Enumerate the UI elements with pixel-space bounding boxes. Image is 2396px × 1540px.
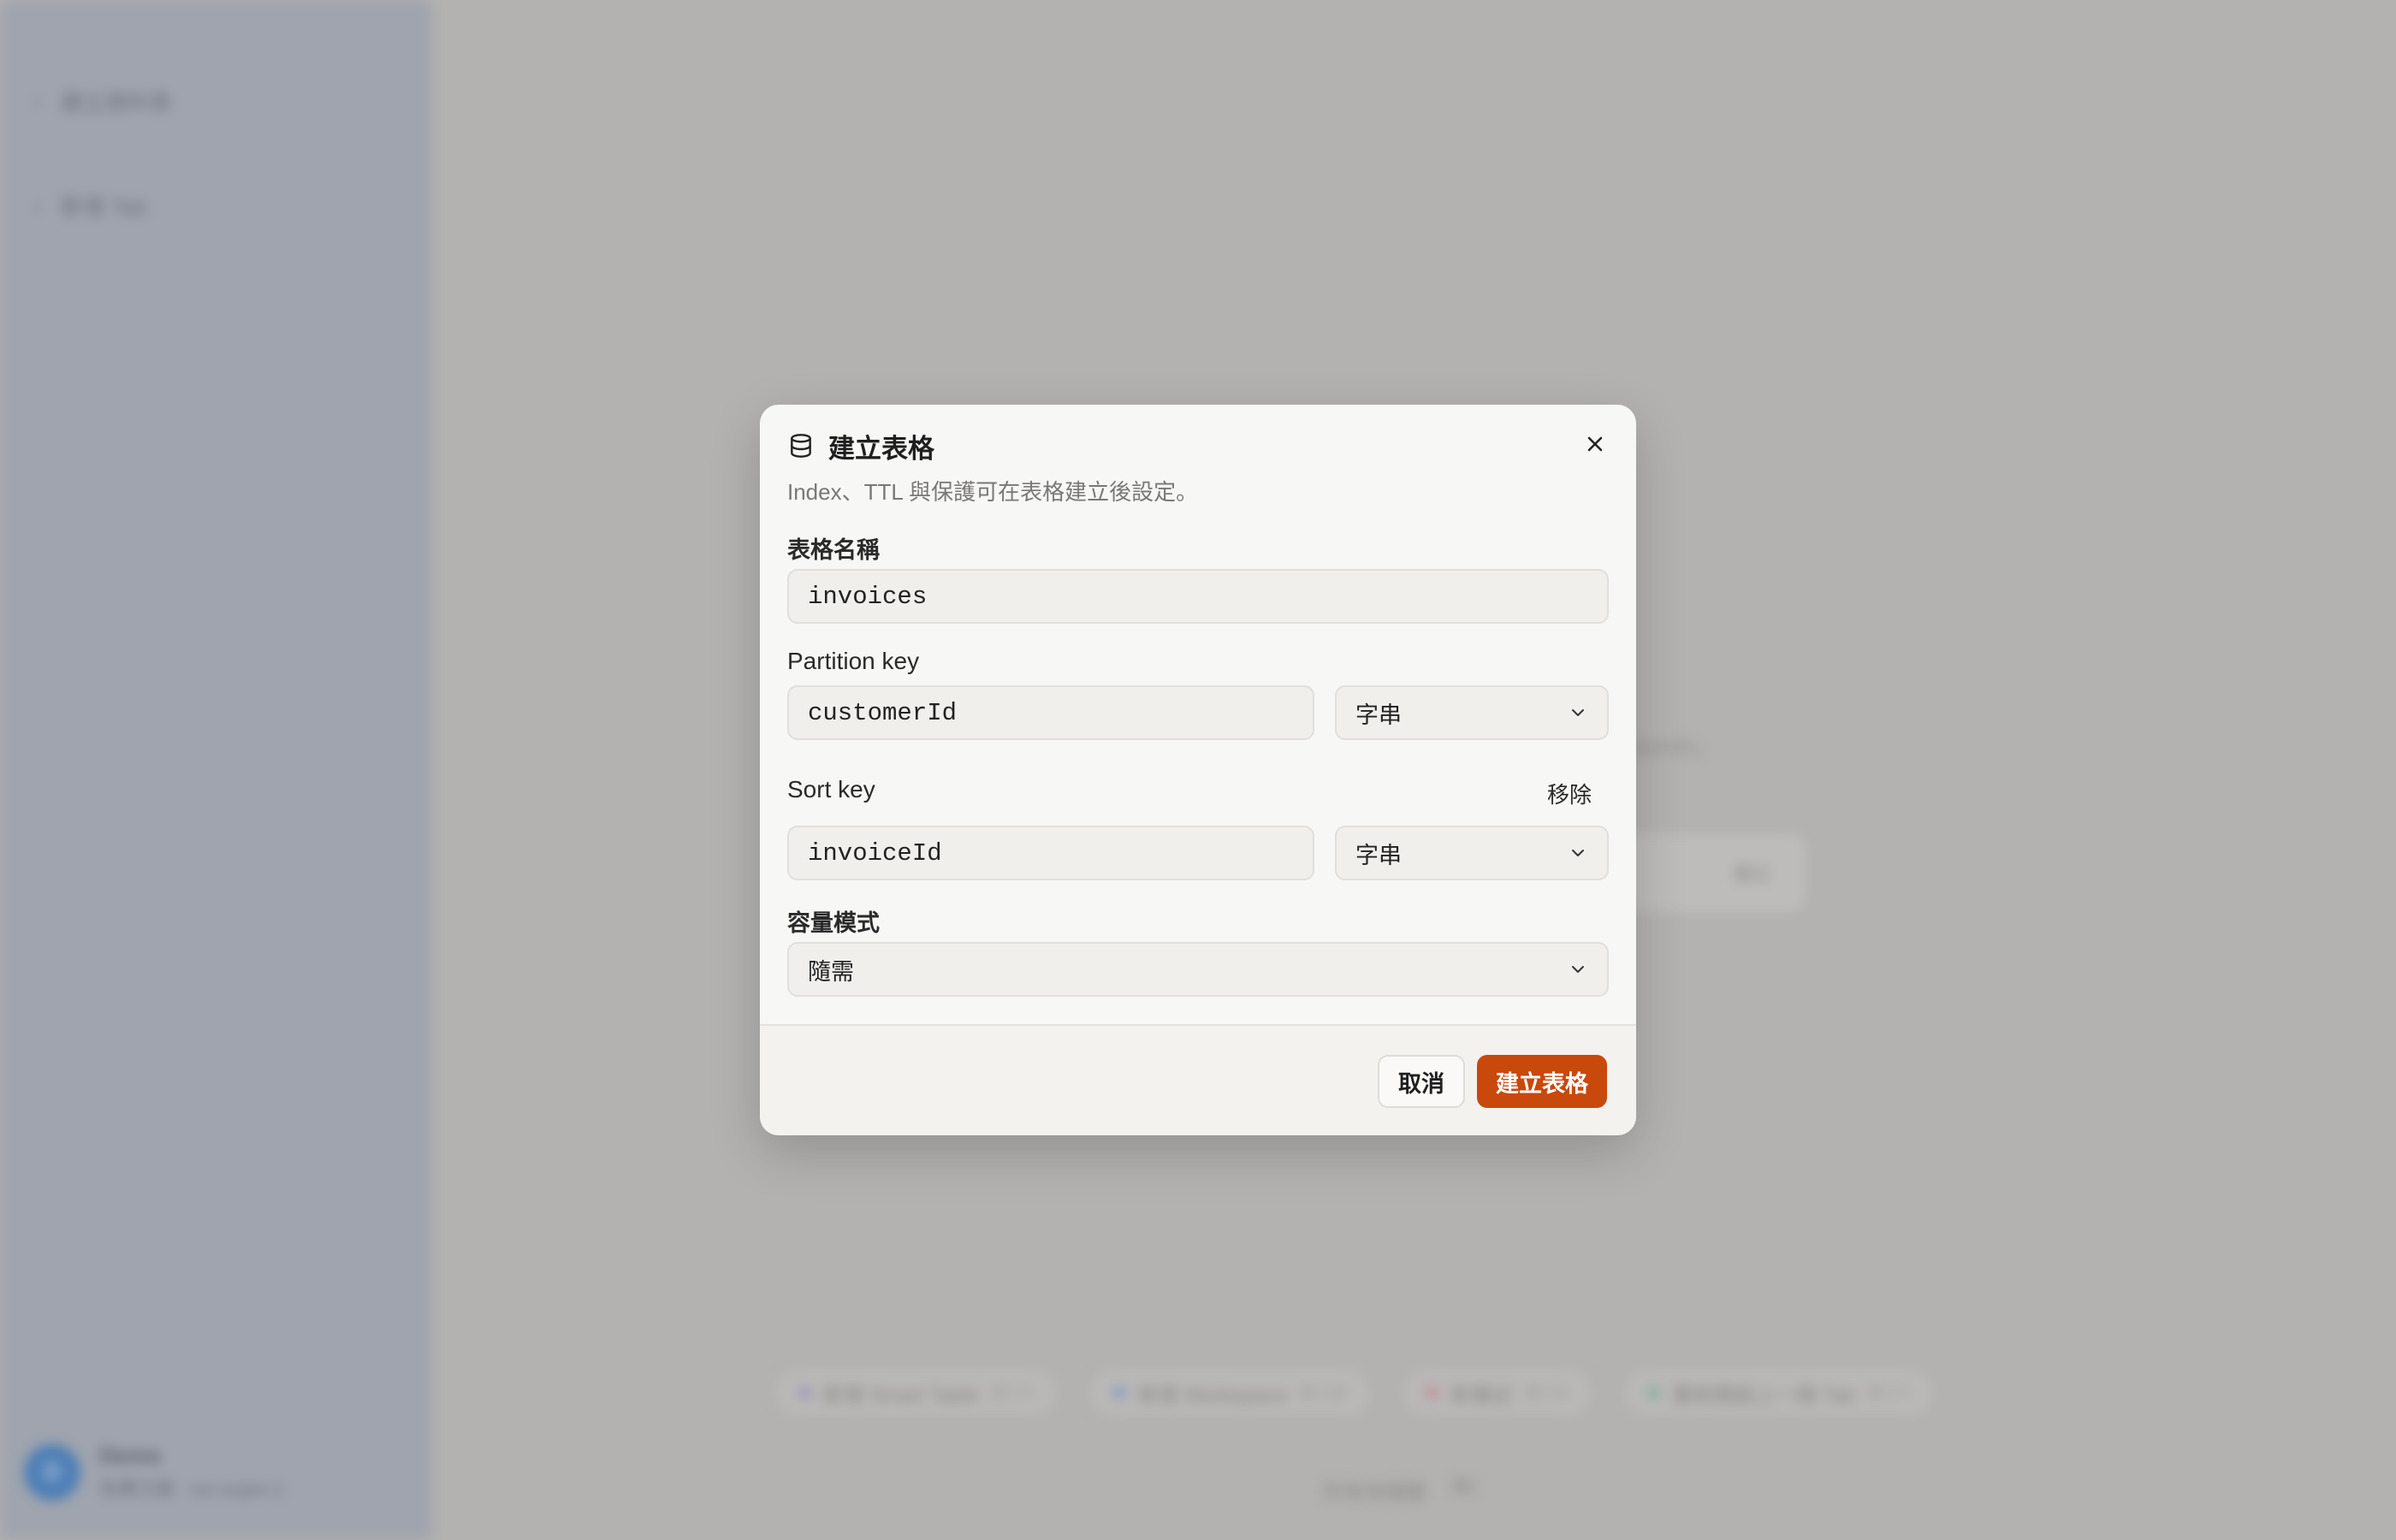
sidebar: › 建立資料表 › 新增 Tab D Demo 免費方案 · ws-super-…: [0, 0, 431, 1540]
user-name: Demo: [99, 1442, 162, 1468]
sort-key-field[interactable]: invoiceId: [787, 826, 1314, 880]
sidebar-item-new-tab: › 新增 Tab: [34, 190, 147, 222]
partition-key-label: Partition key: [787, 648, 920, 674]
quick-actions: 新增 Smart Table ⌘⇧T 新增 Workspace ⌘⇧W 新筆記 …: [775, 1369, 1933, 1417]
quick-action-chip: 重新開啟上一個 Tab ⌘⇧T: [1624, 1369, 1933, 1417]
quick-action-label: 重新開啟上一個 Tab: [1672, 1383, 1855, 1407]
capacity-mode-value: 隨需: [808, 958, 854, 985]
background-card-button: 建立: [1733, 863, 1771, 885]
sort-key-type-value: 字串: [1355, 842, 1402, 868]
cancel-button[interactable]: 取消: [1378, 1055, 1465, 1108]
dialog-title: 建立表格: [828, 434, 934, 464]
sort-key-type-select[interactable]: 字串: [1335, 826, 1609, 880]
dot-icon: [1426, 1387, 1439, 1399]
avatar: D: [24, 1443, 80, 1501]
quick-action-label: 新增 Smart Table: [823, 1383, 980, 1407]
shortcuts-footer: 所有快捷鍵 ⌘/: [1323, 1475, 1478, 1505]
quick-action-shortcut: ⌘⇧N: [1524, 1383, 1569, 1403]
quick-action-chip: 新增 Smart Table ⌘⇧T: [775, 1369, 1058, 1417]
quick-action-shortcut: ⌘⇧W: [1298, 1383, 1347, 1403]
dialog-header: 建立表格: [787, 427, 934, 465]
quick-action-label: 新增 Workspace: [1137, 1383, 1287, 1407]
shortcuts-label: 所有快捷鍵: [1323, 1481, 1426, 1504]
quick-action-chip: 新增 Workspace ⌘⇧W: [1089, 1369, 1371, 1417]
create-table-button[interactable]: 建立表格: [1477, 1055, 1607, 1108]
chevron-down-icon: [1572, 709, 1584, 716]
user-plan: 免費方案 · ws-super-1: [99, 1478, 285, 1500]
quick-action-chip: 新筆記 ⌘⇧N: [1403, 1369, 1592, 1417]
capacity-mode-label: 容量模式: [787, 910, 880, 936]
dot-icon: [1113, 1387, 1126, 1399]
capacity-mode-select[interactable]: 隨需: [787, 942, 1609, 997]
partition-key-type-value: 字串: [1355, 702, 1402, 728]
sidebar-item-label: 建立資料表: [60, 90, 172, 116]
quick-action-label: 新筆記: [1450, 1383, 1513, 1407]
sidebar-item-label: 新增 Tab: [60, 194, 147, 220]
user-profile: D Demo 免費方案 · ws-super-1: [24, 1442, 284, 1502]
remove-sort-key-button[interactable]: 移除: [1547, 778, 1592, 809]
dialog-footer: 取消 建立表格: [760, 1024, 1636, 1135]
quick-action-shortcut: ⌘⇧T: [991, 1383, 1034, 1403]
partition-key-type-select[interactable]: 字串: [1335, 685, 1609, 740]
close-icon: [1587, 436, 1603, 452]
chevron-right-icon: ›: [34, 88, 42, 114]
table-name-field[interactable]: invoices: [787, 569, 1609, 624]
sort-key-label: Sort key: [787, 776, 875, 803]
sidebar-item-create-table: › 建立資料表: [34, 86, 172, 117]
database-icon: [787, 432, 815, 461]
table-name-label: 表格名稱: [787, 537, 880, 563]
create-table-dialog: 建立表格 Index、TTL 與保護可在表格建立後設定。 表格名稱 invoic…: [760, 405, 1636, 1135]
chevron-down-icon: [1572, 966, 1584, 973]
dot-icon: [799, 1387, 811, 1399]
partition-key-field[interactable]: customerId: [787, 685, 1314, 740]
chevron-right-icon: ›: [34, 192, 42, 218]
chevron-down-icon: [1572, 850, 1584, 856]
dialog-subtitle: Index、TTL 與保護可在表格建立後設定。: [787, 479, 1199, 505]
close-button[interactable]: [1578, 427, 1612, 461]
shortcuts-key: ⌘/: [1451, 1476, 1478, 1499]
dot-icon: [1648, 1387, 1661, 1399]
quick-action-shortcut: ⌘⇧T: [1866, 1383, 1909, 1403]
